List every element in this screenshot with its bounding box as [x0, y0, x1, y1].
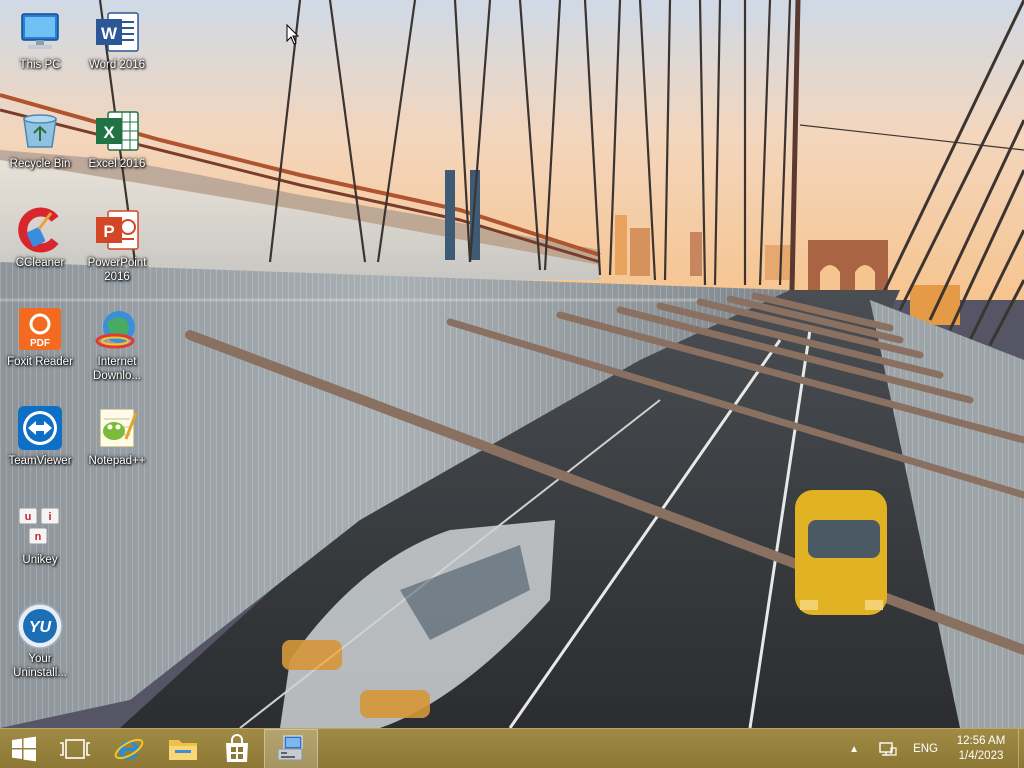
foxit-pdf-icon: PDF [16, 305, 64, 353]
network-status-button[interactable] [871, 729, 905, 768]
show-desktop-button[interactable] [1018, 729, 1024, 768]
show-hidden-icons-chevron[interactable]: ▲ [837, 729, 871, 768]
clock[interactable]: 12:56 AM 1/4/2023 [946, 729, 1018, 768]
desktop-icon-this-pc[interactable]: This PC [0, 8, 80, 72]
recycle-bin-icon [16, 107, 64, 155]
task-view-button[interactable] [48, 729, 102, 768]
taskbar: ▲ ENG 12:56 AM 1/4/2023 [0, 728, 1024, 768]
desktop-icon-unikey[interactable]: u i n Unikey [0, 503, 80, 567]
internet-download-manager-icon [93, 305, 141, 353]
desktop-icon-label: Foxit Reader [7, 356, 73, 368]
desktop-icon-label: This PC [19, 59, 61, 71]
word-icon: W [93, 8, 141, 56]
clock-time: 12:56 AM [956, 735, 1006, 747]
svg-text:n: n [35, 531, 42, 543]
desktop-icon-word-2016[interactable]: W Word 2016 [77, 8, 157, 72]
your-uninstaller-icon: YU [16, 602, 64, 650]
store-bag-icon [226, 733, 248, 762]
input-language-indicator[interactable]: ENG [905, 729, 946, 768]
start-button[interactable] [0, 729, 48, 768]
desktop-icon-teamviewer[interactable]: TeamViewer [0, 404, 80, 468]
internet-explorer-icon [114, 738, 144, 760]
svg-text:X: X [103, 123, 115, 142]
clock-date: 1/4/2023 [958, 750, 1004, 762]
svg-text:YU: YU [29, 619, 52, 636]
folder-icon [169, 739, 197, 760]
desktop-icon-foxit-reader[interactable]: PDF Foxit Reader [0, 305, 80, 369]
desktop-icon-label: CCleaner [15, 257, 65, 269]
desktop-icon-label: TeamViewer [8, 455, 72, 467]
windows-logo-icon [12, 736, 36, 761]
desktop-icon-label: Word 2016 [88, 59, 146, 71]
desktop-icon-label: Notepad++ [88, 455, 146, 467]
desktop-icon-excel-2016[interactable]: X Excel 2016 [77, 107, 157, 171]
mouse-pointer-icon [286, 24, 300, 45]
powerpoint-icon: P [93, 206, 141, 254]
svg-text:W: W [101, 24, 118, 43]
desktop-icon-label: Excel 2016 [88, 158, 146, 170]
file-explorer-button[interactable] [156, 729, 210, 768]
desktop-icon-powerpoint-2016[interactable]: P PowerPoint 2016 [77, 206, 157, 284]
svg-text:P: P [103, 222, 114, 241]
desktop-icon-notepad-plus-plus[interactable]: Notepad++ [77, 404, 157, 468]
internet-explorer-button[interactable] [102, 729, 156, 768]
desktop-icon-recycle-bin[interactable]: Recycle Bin [0, 107, 80, 171]
svg-text:PDF: PDF [30, 338, 50, 349]
desktop-icon-label: PowerPoint 2016 [87, 257, 147, 283]
network-app-icon [277, 734, 303, 760]
desktop-icon-internet-download-manager[interactable]: Internet Downlo... [77, 305, 157, 383]
desktop-icon-label: Recycle Bin [9, 158, 71, 170]
desktop-icon-label: Unikey [22, 554, 58, 566]
desktop-icon-your-uninstaller[interactable]: YU Your Uninstall... [0, 602, 80, 680]
network-wired-icon [879, 742, 897, 756]
ccleaner-icon [16, 206, 64, 254]
store-button[interactable] [210, 729, 264, 768]
desktop-icon-label: Your Uninstall... [13, 653, 67, 679]
system-tray: ▲ ENG 12:56 AM 1/4/2023 [837, 729, 1024, 768]
computer-icon [16, 8, 64, 56]
svg-text:i: i [48, 511, 51, 523]
teamviewer-icon [16, 404, 64, 452]
active-app-button[interactable] [264, 728, 318, 768]
svg-text:u: u [25, 511, 32, 523]
desktop-icon-label: Internet Downlo... [93, 356, 141, 382]
task-view-icon [60, 738, 90, 759]
desktop-icon-ccleaner[interactable]: CCleaner [0, 206, 80, 270]
excel-icon: X [93, 107, 141, 155]
notepad-plus-plus-icon [93, 404, 141, 452]
unikey-icon: u i n [16, 503, 64, 551]
